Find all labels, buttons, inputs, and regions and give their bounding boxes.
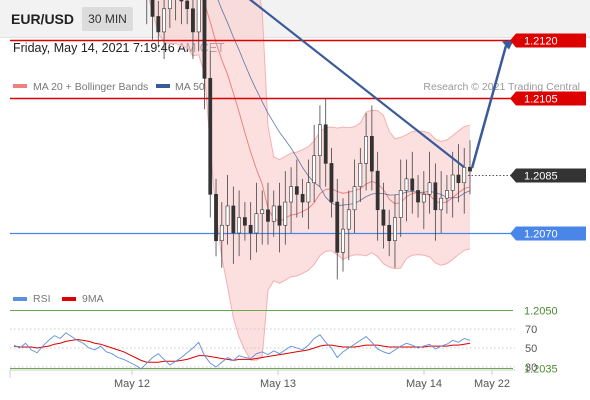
candle-body — [266, 209, 270, 222]
candle-body — [277, 205, 282, 226]
candle-body — [179, 0, 184, 2]
price-tag-arrow — [510, 226, 516, 241]
candle-body — [335, 201, 340, 253]
candle-body — [156, 16, 161, 33]
credit-text: Research © 2021 Trading Central — [423, 81, 580, 93]
ma20-legend-label: MA 20 + Bollinger Bands — [33, 81, 148, 93]
ma20-legend-swatch — [13, 84, 27, 88]
candle-body — [306, 182, 311, 203]
candle-body — [214, 194, 218, 242]
candle-body — [225, 205, 230, 226]
candle-body — [358, 163, 363, 187]
chart-canvas: MA 20 + Bollinger Bands MA 50 Research ©… — [9, 0, 586, 390]
candle-body — [150, 0, 155, 17]
price-tag-label: 1.2085 — [524, 171, 558, 183]
candle-body — [294, 186, 299, 195]
rsi-tick-label: 70 — [525, 324, 537, 336]
candle-body — [162, 8, 166, 33]
candle-body — [387, 224, 392, 242]
candle-body — [312, 155, 317, 184]
candle-body — [185, 0, 190, 10]
candle-body — [231, 205, 236, 234]
bollinger-band-area — [149, 0, 470, 361]
candle-body — [404, 178, 409, 191]
candle-body — [237, 217, 242, 234]
candle-body — [329, 163, 334, 203]
candle-body — [248, 224, 253, 234]
candle-body — [416, 190, 420, 203]
rsi-tick-label: 50 — [525, 343, 537, 355]
candle-body — [289, 186, 293, 203]
price-tag-label: 1.2070 — [524, 229, 558, 241]
candle-body — [219, 224, 224, 242]
candle-body — [445, 190, 449, 199]
rsi-tick-label: 30 — [525, 362, 537, 374]
support-label: 1.2050 — [524, 306, 558, 318]
x-axis-label: May 22 — [474, 378, 510, 390]
candle-body — [433, 182, 438, 211]
candle-body — [254, 213, 259, 234]
candle-body — [167, 0, 172, 10]
ma9-legend-label: 9MA — [82, 293, 104, 305]
candle-body — [208, 78, 213, 195]
candle-body — [369, 136, 374, 172]
candle-body — [346, 209, 351, 230]
candle-body — [202, 0, 207, 79]
x-axis: May 12 May 13 May 14 May 22 — [114, 370, 510, 390]
candle-body — [381, 209, 386, 226]
candle-body — [318, 124, 322, 156]
candle-body — [352, 186, 357, 211]
candle-body — [375, 170, 380, 211]
candle-body — [271, 205, 276, 222]
price-tag-label: 1.2120 — [524, 36, 558, 48]
candle-body — [462, 166, 467, 184]
candle-body — [242, 217, 247, 226]
candle-body — [260, 209, 265, 214]
candle-body — [456, 174, 461, 184]
candle-body — [341, 228, 345, 253]
candle-body — [427, 182, 432, 195]
candle-body — [283, 201, 288, 226]
ma50-legend-label: MA 50 — [175, 81, 205, 93]
price-tag-label: 1.2105 — [524, 94, 558, 106]
candle-body — [191, 8, 195, 33]
rsi-legend-label: RSI — [33, 293, 51, 305]
candle-body — [393, 217, 397, 242]
bollinger-bands — [148, 0, 471, 361]
price-tag-arrow — [510, 91, 516, 106]
candle-body — [398, 190, 403, 218]
candle-body — [300, 194, 305, 203]
price-tag-arrow — [510, 168, 516, 183]
ma9-legend-swatch — [62, 297, 76, 301]
candle-body — [364, 136, 369, 164]
rsi-legend-swatch — [13, 297, 27, 301]
candle-body — [421, 194, 426, 203]
candle-body — [450, 174, 455, 191]
x-axis-label: May 13 — [260, 378, 296, 390]
x-axis-label: May 12 — [114, 378, 150, 390]
candle-body — [439, 197, 444, 211]
candle-body — [410, 178, 415, 191]
forecast-arrow-shaft — [470, 45, 508, 169]
candle-body — [323, 124, 328, 164]
candle-body — [196, 0, 201, 33]
x-axis-label: May 14 — [406, 378, 442, 390]
ma50-legend-swatch — [156, 84, 170, 88]
rsi-panel: 70 50 30 — [10, 324, 537, 374]
